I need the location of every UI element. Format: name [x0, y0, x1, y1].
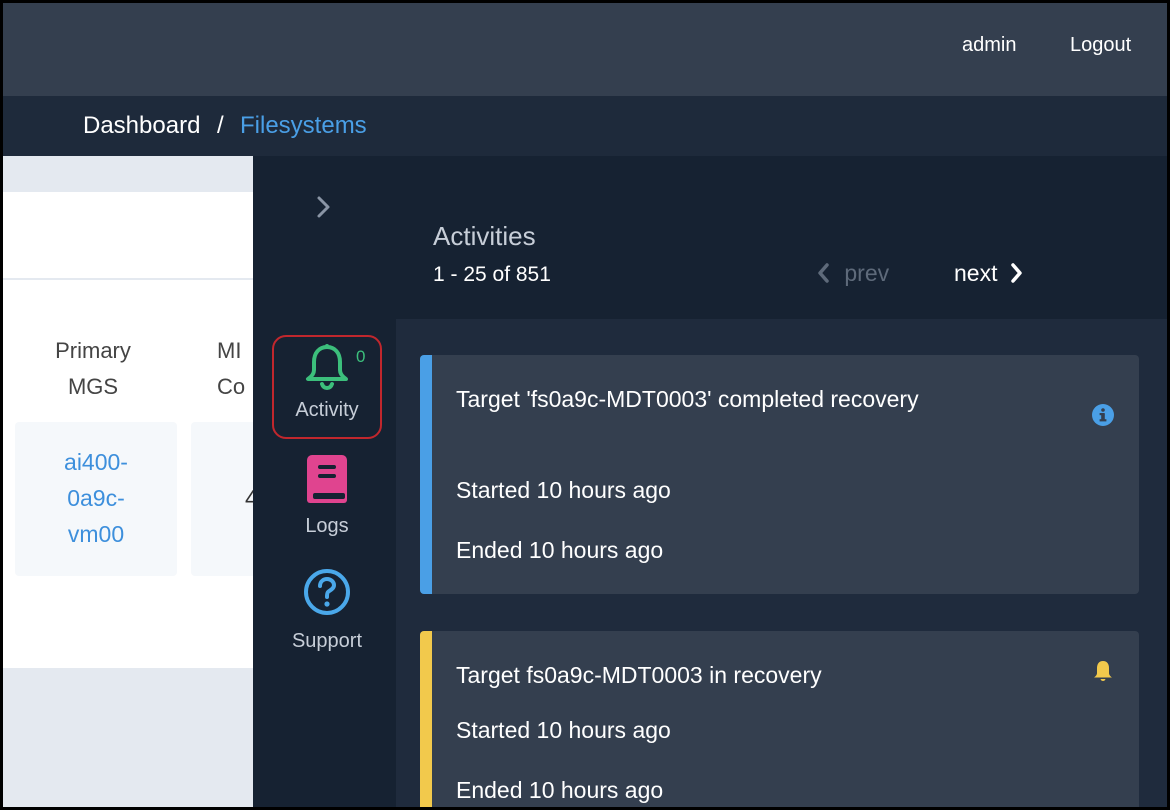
logout-link[interactable]: Logout — [1070, 34, 1131, 57]
activity-message: Target fs0a9c-MDT0003 in recovery — [456, 662, 822, 688]
activities-header: Activities 1 - 25 of 851 prev next — [396, 156, 1167, 319]
collapse-drawer-chevron-icon[interactable] — [313, 192, 335, 222]
bell-icon — [305, 343, 349, 391]
rail-item-support[interactable]: Support — [272, 568, 382, 668]
breadcrumb-dashboard[interactable]: Dashboard — [83, 112, 200, 140]
app-window: admin Logout Dashboard / Filesystems Pri… — [0, 0, 1170, 810]
activity-started: Started 10 hours ago — [456, 477, 671, 503]
activity-card-stripe-warning — [420, 631, 432, 807]
prev-page-button[interactable]: prev — [816, 260, 889, 287]
activity-card[interactable]: Target fs0a9c-MDT0003 in recovery Starte… — [420, 631, 1139, 807]
rail-item-logs[interactable]: Logs — [272, 453, 382, 553]
activity-card-stripe-info — [420, 355, 432, 594]
rail-item-logs-label: Logs — [305, 515, 349, 537]
breadcrumb-separator: / — [217, 112, 224, 139]
prev-page-label: prev — [844, 260, 890, 286]
book-icon — [305, 453, 349, 505]
next-page-label: next — [954, 260, 998, 286]
content-card-top — [3, 192, 253, 278]
rail-item-support-label: Support — [291, 630, 363, 652]
next-page-button[interactable]: next — [954, 260, 1024, 287]
activity-ended: Ended 10 hours ago — [456, 537, 664, 563]
activity-drawer: 0 Activity Logs Support Activities 1 - 2… — [253, 156, 1167, 807]
activity-started: Started 10 hours ago — [456, 717, 671, 743]
activity-list: Target 'fs0a9c-MDT0003' completed recove… — [396, 319, 1167, 807]
breadcrumb: Dashboard / Filesystems — [3, 96, 1167, 156]
page-content: Primary MGS MI Co ai400- 0a9c- vm00 4 — [3, 156, 271, 807]
column-header-primary-mgs-line2: MGS — [67, 374, 119, 399]
primary-mgs-link-line1: ai400- — [64, 449, 128, 475]
filesystem-table-card: Primary MGS MI Co ai400- 0a9c- vm00 4 — [3, 280, 271, 668]
column-header-primary-mgs-line1: Primary — [55, 338, 131, 363]
activity-count-badge: 0 — [356, 347, 366, 366]
activities-title: Activities — [433, 221, 536, 251]
drawer-rail: 0 Activity Logs Support — [253, 156, 396, 807]
column-header-primary-mgs: Primary MGS — [23, 333, 163, 405]
activity-message: Target 'fs0a9c-MDT0003' completed recove… — [456, 386, 919, 412]
chevron-left-icon — [818, 263, 829, 283]
breadcrumb-filesystems[interactable]: Filesystems — [240, 112, 367, 140]
rail-item-activity-label: Activity — [295, 399, 359, 421]
activity-card[interactable]: Target 'fs0a9c-MDT0003' completed recove… — [420, 355, 1139, 594]
activities-range: 1 - 25 of 851 — [433, 263, 551, 286]
primary-mgs-link[interactable]: ai400- 0a9c- vm00 — [15, 444, 177, 552]
primary-mgs-link-line3: vm00 — [67, 521, 125, 547]
bell-icon[interactable] — [1091, 659, 1115, 683]
primary-mgs-link-line2: 0a9c- — [67, 485, 125, 511]
user-menu-link[interactable]: admin — [962, 34, 1016, 57]
activity-ended: Ended 10 hours ago — [456, 777, 664, 803]
top-nav: admin Logout — [3, 3, 1167, 96]
question-circle-icon — [303, 568, 351, 616]
rail-item-activity[interactable]: 0 Activity — [272, 335, 382, 439]
info-circle-icon[interactable] — [1091, 403, 1115, 427]
chevron-right-icon — [1011, 263, 1022, 283]
